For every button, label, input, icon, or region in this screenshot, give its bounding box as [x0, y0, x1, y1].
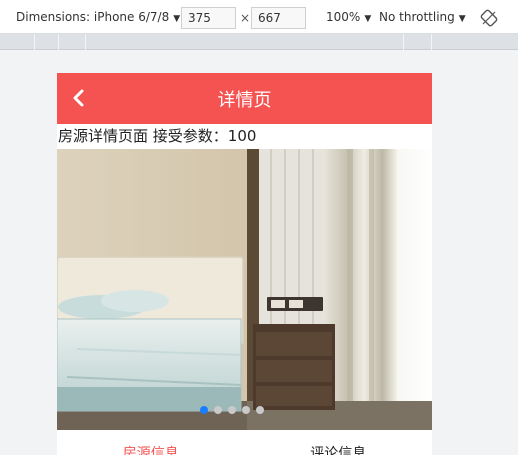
media-query-ruler[interactable] [0, 34, 518, 50]
carousel-dot[interactable] [242, 406, 250, 414]
height-input[interactable]: 667 [251, 7, 306, 29]
throttling-select[interactable]: No throttling ▼ [379, 10, 466, 24]
ruler-segment[interactable] [34, 34, 58, 50]
device-select-label: Dimensions: iPhone 6/7/8 [16, 10, 170, 24]
zoom-label: 100% [326, 10, 361, 24]
dropdown-arrow-icon: ▼ [364, 14, 372, 24]
chevron-left-icon[interactable] [67, 86, 91, 110]
throttling-label: No throttling [379, 10, 455, 24]
rotate-icon[interactable] [480, 9, 498, 27]
ruler-segment[interactable] [431, 34, 456, 50]
carousel-dot[interactable] [256, 406, 264, 414]
dropdown-arrow-icon: ▼ [173, 14, 181, 24]
carousel-dot[interactable] [228, 406, 236, 414]
width-input[interactable]: 375 [181, 7, 236, 29]
dropdown-arrow-icon: ▼ [458, 14, 466, 24]
dimension-separator: × [240, 11, 251, 25]
page-header: 详情页 [57, 73, 432, 124]
device-select[interactable]: Dimensions: iPhone 6/7/8 ▼ [16, 10, 180, 24]
param-text: 房源详情页面 接受参数：100 [58, 127, 257, 145]
bedroom-photo [57, 149, 432, 430]
image-carousel[interactable] [57, 149, 432, 430]
tab-house-info[interactable]: 房源信息 [57, 430, 245, 455]
carousel-dot[interactable] [214, 406, 222, 414]
ruler-segment[interactable] [85, 34, 403, 50]
tab-comments[interactable]: 评论信息 [245, 430, 433, 455]
ruler-segment[interactable] [403, 34, 431, 50]
device-toolbar: Dimensions: iPhone 6/7/8 ▼ 375 × 667 100%… [0, 0, 518, 34]
device-viewport: 详情页 房源详情页面 接受参数：100 房源信息 评论信息 [57, 73, 432, 455]
carousel-indicator [200, 406, 264, 414]
carousel-dot[interactable] [200, 406, 208, 414]
page-title: 详情页 [217, 89, 272, 111]
tab-bar: 房源信息 评论信息 [57, 430, 432, 455]
ruler-segment[interactable] [58, 34, 85, 50]
zoom-select[interactable]: 100% ▼ [326, 10, 371, 24]
